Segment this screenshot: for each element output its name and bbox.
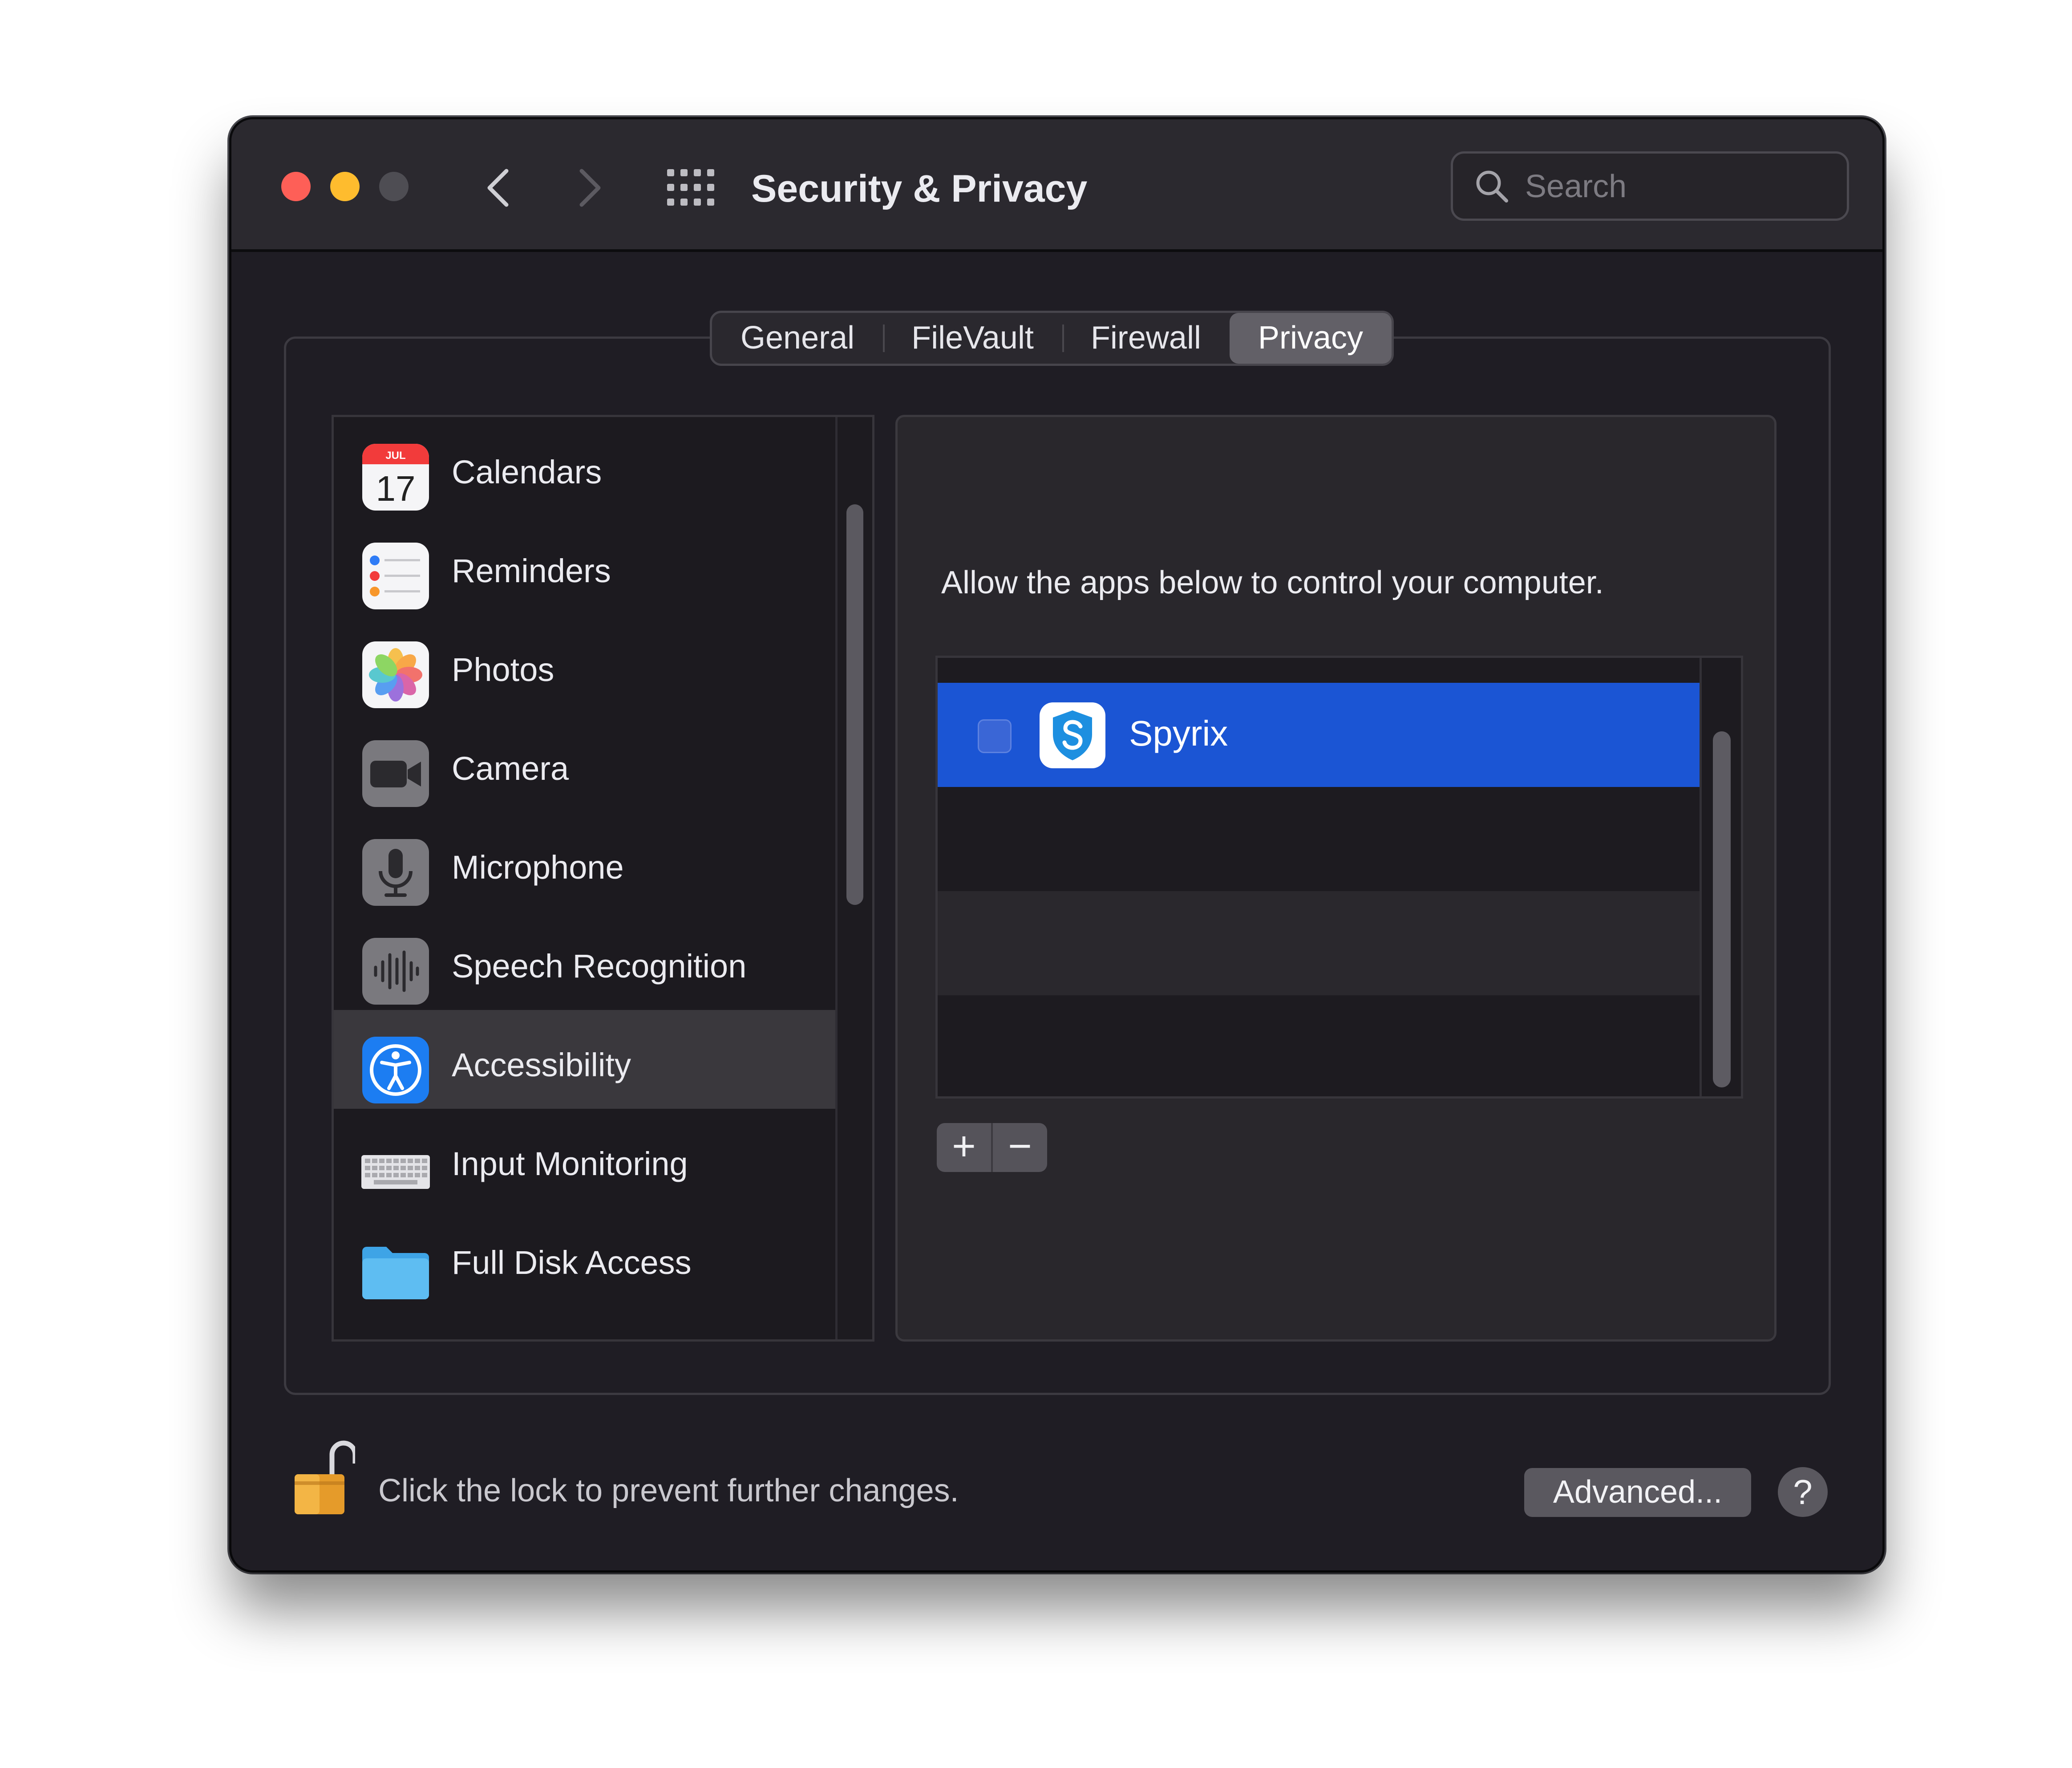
apps-list[interactable]: Spyrix <box>935 656 1743 1099</box>
remove-app-button[interactable]: − <box>991 1123 1047 1172</box>
table-row <box>938 995 1701 1096</box>
photos-icon <box>362 641 429 708</box>
sidebar-item-photos[interactable]: Photos <box>334 615 837 714</box>
search-icon <box>1476 170 1508 203</box>
sidebar-item-reminders[interactable]: Reminders <box>334 516 837 615</box>
tab-filevault[interactable]: FileVault <box>883 313 1062 364</box>
sidebar-item-microphone[interactable]: Microphone <box>334 812 837 911</box>
apps-scrollbar-thumb[interactable] <box>1713 731 1731 1087</box>
sidebar-item-camera[interactable]: Camera <box>334 714 837 812</box>
close-button[interactable] <box>281 172 311 201</box>
system-preferences-window: Security & Privacy General FileVault Fir… <box>231 119 1882 1570</box>
spyrix-shield-icon <box>1040 702 1105 768</box>
add-app-button[interactable]: + <box>937 1123 991 1172</box>
sidebar-item-label: Input Monitoring <box>452 1145 688 1182</box>
tab-bar: General FileVault Firewall Privacy <box>710 311 1394 366</box>
speech-recognition-icon <box>362 938 429 1005</box>
sidebar-item-label: Calendars <box>452 454 602 491</box>
privacy-category-list[interactable]: JUL 17 Calendars Reminders Photos Camera… <box>332 415 874 1342</box>
tab-firewall[interactable]: Firewall <box>1062 313 1230 364</box>
window-title: Security & Privacy <box>751 167 1088 210</box>
spyrix-checkbox[interactable] <box>978 719 1012 753</box>
sidebar-item-label: Reminders <box>452 552 611 589</box>
accessibility-icon <box>362 1037 429 1103</box>
sidebar-item-label: Speech Recognition <box>452 948 747 985</box>
svg-text:17: 17 <box>376 469 416 508</box>
sidebar-item-input-monitoring[interactable]: Input Monitoring <box>334 1109 837 1208</box>
sidebar-item-label: Microphone <box>452 849 624 886</box>
tab-general[interactable]: General <box>712 313 883 364</box>
app-name: Spyrix <box>1129 714 1228 753</box>
apps-scrollbar[interactable] <box>1700 658 1741 1096</box>
sidebar-item-speech-recognition[interactable]: Speech Recognition <box>334 911 837 1010</box>
sidebar-item-label: Accessibility <box>452 1046 631 1083</box>
zoom-button[interactable] <box>379 172 409 201</box>
forward-arrow-icon[interactable] <box>572 166 607 210</box>
back-arrow-icon[interactable] <box>481 166 516 210</box>
tab-privacy[interactable]: Privacy <box>1229 313 1392 364</box>
sidebar-item-label: Photos <box>452 651 554 688</box>
unlocked-padlock-icon[interactable] <box>293 1437 355 1515</box>
reminders-icon <box>362 543 429 609</box>
table-row <box>938 658 1701 683</box>
show-all-grid-icon[interactable] <box>665 167 714 207</box>
calendar-icon: JUL 17 <box>362 444 429 511</box>
app-row-spyrix[interactable]: Spyrix <box>938 683 1701 787</box>
add-remove-buttons: + − <box>937 1123 1047 1172</box>
svg-text:JUL: JUL <box>385 450 405 462</box>
sidebar-item-label: Camera <box>452 750 569 787</box>
table-row <box>938 787 1701 891</box>
folder-icon <box>362 1247 429 1299</box>
camera-icon <box>362 740 429 807</box>
sidebar-item-calendars[interactable]: JUL 17 Calendars <box>334 417 837 516</box>
table-row <box>938 891 1701 995</box>
sidebar-item-accessibility[interactable]: Accessibility <box>334 1010 837 1109</box>
sidebar-item-label: Full Disk Access <box>452 1244 692 1281</box>
lock-status-text: Click the lock to prevent further change… <box>378 1473 959 1508</box>
detail-description: Allow the apps below to control your com… <box>941 565 1604 600</box>
help-button[interactable]: ? <box>1778 1467 1828 1517</box>
sidebar-item-full-disk-access[interactable]: Full Disk Access <box>334 1208 837 1306</box>
title-bar: Security & Privacy <box>231 119 1882 252</box>
list-scrollbar-thumb[interactable] <box>846 504 863 905</box>
advanced-button[interactable]: Advanced... <box>1524 1468 1751 1517</box>
microphone-icon <box>362 839 429 906</box>
list-scrollbar[interactable] <box>835 417 872 1339</box>
search-field[interactable] <box>1451 151 1849 221</box>
keyboard-icon <box>361 1155 430 1189</box>
minimize-button[interactable] <box>330 172 360 201</box>
search-input[interactable] <box>1524 154 1837 219</box>
